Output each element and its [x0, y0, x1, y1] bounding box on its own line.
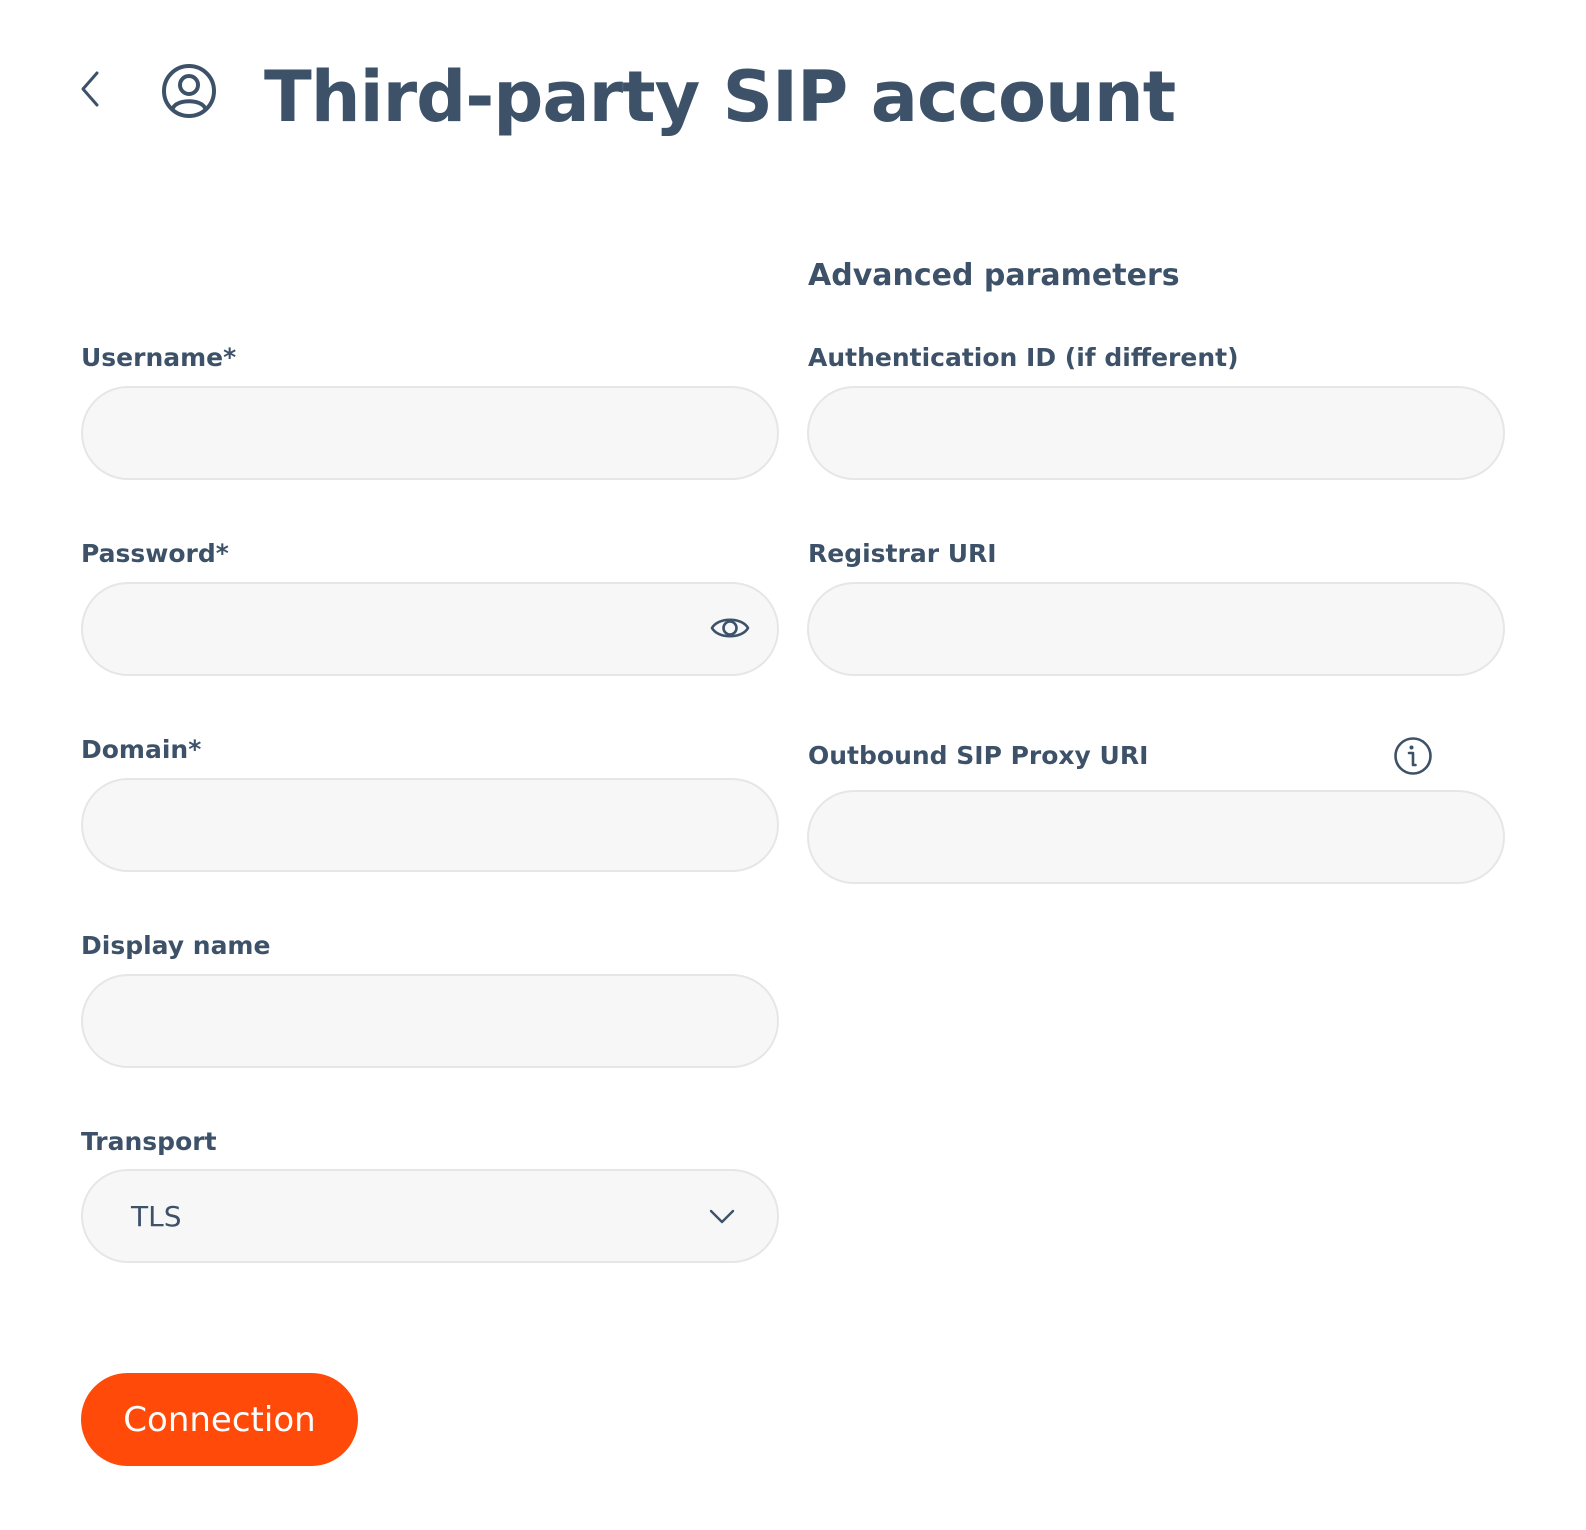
display-name-label: Display name: [81, 931, 271, 960]
eye-icon: [710, 618, 750, 638]
domain-input[interactable]: [81, 778, 779, 872]
transport-select[interactable]: TLS: [81, 1169, 779, 1263]
transport-label: Transport: [81, 1127, 217, 1156]
display-name-input[interactable]: [81, 974, 779, 1068]
show-password-button[interactable]: [708, 610, 752, 646]
username-input[interactable]: [81, 386, 779, 480]
auth-id-input[interactable]: [807, 386, 1505, 480]
password-label: Password*: [81, 539, 229, 568]
connection-button[interactable]: Connection: [81, 1373, 358, 1466]
auth-id-label: Authentication ID (if different): [808, 343, 1239, 372]
info-circle-icon: [1394, 737, 1432, 775]
chevron-down-icon: [709, 1209, 735, 1224]
user-circle-icon: [160, 62, 218, 120]
advanced-parameters-heading: Advanced parameters: [808, 258, 1180, 293]
outbound-proxy-input[interactable]: [807, 790, 1505, 884]
domain-label: Domain*: [81, 735, 202, 764]
registrar-uri-label: Registrar URI: [808, 539, 997, 568]
outbound-proxy-info-button[interactable]: [1392, 735, 1434, 777]
registrar-uri-input[interactable]: [807, 582, 1505, 676]
password-input[interactable]: [81, 582, 779, 676]
back-button[interactable]: [70, 66, 110, 112]
transport-selected-value: TLS: [131, 1199, 182, 1233]
page-title: Third-party SIP account: [264, 56, 1176, 138]
username-label: Username*: [81, 343, 237, 372]
chevron-left-icon: [81, 71, 99, 107]
outbound-proxy-label: Outbound SIP Proxy URI: [808, 741, 1149, 770]
